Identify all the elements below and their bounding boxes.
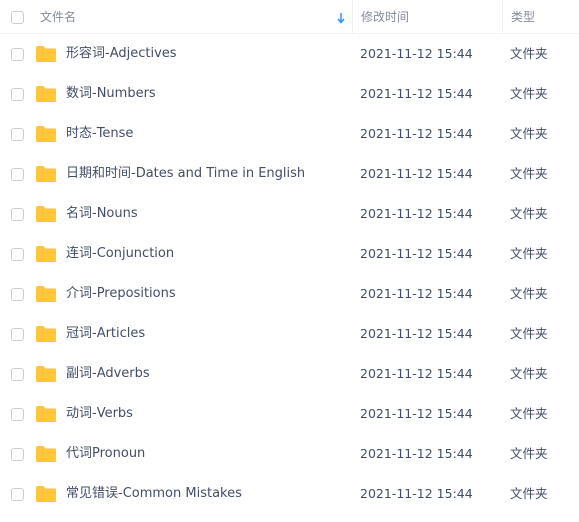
- file-row[interactable]: 代词Pronoun 2021-11-12 15:44 文件夹: [0, 434, 579, 474]
- file-name[interactable]: 时态-Tense: [66, 126, 133, 142]
- folder-icon: [36, 446, 56, 462]
- file-type: 文件夹: [510, 286, 548, 301]
- file-type: 文件夹: [510, 206, 548, 221]
- file-type: 文件夹: [510, 406, 548, 421]
- file-row[interactable]: 时态-Tense 2021-11-12 15:44 文件夹: [0, 114, 579, 154]
- row-checkbox[interactable]: [11, 288, 24, 301]
- file-type: 文件夹: [510, 486, 548, 501]
- file-name[interactable]: 冠词-Articles: [66, 326, 145, 342]
- folder-icon: [36, 246, 56, 262]
- file-modified-time: 2021-11-12 15:44: [360, 166, 473, 181]
- file-name[interactable]: 日期和时间-Dates and Time in English: [66, 166, 305, 182]
- folder-icon: [36, 406, 56, 422]
- folder-icon: [36, 366, 56, 382]
- folder-icon: [36, 126, 56, 142]
- row-checkbox[interactable]: [11, 488, 24, 501]
- row-checkbox[interactable]: [11, 408, 24, 421]
- file-name[interactable]: 数词-Numbers: [66, 86, 156, 102]
- column-header-time-label: 修改时间: [361, 10, 410, 24]
- folder-icon: [36, 206, 56, 222]
- row-checkbox[interactable]: [11, 208, 24, 221]
- folder-icon: [36, 486, 56, 502]
- file-modified-time: 2021-11-12 15:44: [360, 206, 473, 221]
- row-checkbox[interactable]: [11, 88, 24, 101]
- file-row[interactable]: 连词-Conjunction 2021-11-12 15:44 文件夹: [0, 234, 579, 274]
- file-type: 文件夹: [510, 246, 548, 261]
- select-all-checkbox[interactable]: [11, 11, 24, 24]
- file-row[interactable]: 常见错误-Common Mistakes 2021-11-12 15:44 文件…: [0, 474, 579, 514]
- file-type: 文件夹: [510, 86, 548, 101]
- file-modified-time: 2021-11-12 15:44: [360, 366, 473, 381]
- file-modified-time: 2021-11-12 15:44: [360, 406, 473, 421]
- file-type: 文件夹: [510, 366, 548, 381]
- row-checkbox[interactable]: [11, 328, 24, 341]
- file-type: 文件夹: [510, 126, 548, 141]
- file-name[interactable]: 常见错误-Common Mistakes: [66, 486, 242, 502]
- file-modified-time: 2021-11-12 15:44: [360, 326, 473, 341]
- file-row[interactable]: 动词-Verbs 2021-11-12 15:44 文件夹: [0, 394, 579, 434]
- row-checkbox[interactable]: [11, 128, 24, 141]
- file-row[interactable]: 介词-Prepositions 2021-11-12 15:44 文件夹: [0, 274, 579, 314]
- column-header-name-label: 文件名: [40, 10, 77, 24]
- file-modified-time: 2021-11-12 15:44: [360, 286, 473, 301]
- column-header-type[interactable]: 类型: [502, 0, 579, 34]
- file-name[interactable]: 副词-Adverbs: [66, 366, 150, 382]
- folder-icon: [36, 166, 56, 182]
- file-row[interactable]: 冠词-Articles 2021-11-12 15:44 文件夹: [0, 314, 579, 354]
- file-modified-time: 2021-11-12 15:44: [360, 46, 473, 61]
- file-row[interactable]: 形容词-Adjectives 2021-11-12 15:44 文件夹: [0, 34, 579, 74]
- file-row[interactable]: 数词-Numbers 2021-11-12 15:44 文件夹: [0, 74, 579, 114]
- file-modified-time: 2021-11-12 15:44: [360, 446, 473, 461]
- row-checkbox[interactable]: [11, 448, 24, 461]
- arrow-down-icon[interactable]: [336, 11, 346, 25]
- file-type: 文件夹: [510, 166, 548, 181]
- folder-icon: [36, 86, 56, 102]
- column-header-time[interactable]: 修改时间: [352, 0, 502, 34]
- file-row[interactable]: 日期和时间-Dates and Time in English 2021-11-…: [0, 154, 579, 194]
- row-checkbox[interactable]: [11, 168, 24, 181]
- row-checkbox[interactable]: [11, 48, 24, 61]
- file-name[interactable]: 连词-Conjunction: [66, 246, 174, 262]
- file-row[interactable]: 名词-Nouns 2021-11-12 15:44 文件夹: [0, 194, 579, 234]
- file-row[interactable]: 副词-Adverbs 2021-11-12 15:44 文件夹: [0, 354, 579, 394]
- file-name[interactable]: 形容词-Adjectives: [66, 46, 177, 62]
- column-header-name[interactable]: 文件名: [0, 0, 352, 34]
- file-name[interactable]: 介词-Prepositions: [66, 286, 176, 302]
- file-type: 文件夹: [510, 46, 548, 61]
- folder-icon: [36, 46, 56, 62]
- column-header-type-label: 类型: [511, 10, 536, 24]
- file-name[interactable]: 动词-Verbs: [66, 406, 133, 422]
- file-list-header: 文件名 修改时间 类型: [0, 0, 579, 34]
- file-modified-time: 2021-11-12 15:44: [360, 86, 473, 101]
- file-modified-time: 2021-11-12 15:44: [360, 246, 473, 261]
- file-type: 文件夹: [510, 326, 548, 341]
- file-name[interactable]: 代词Pronoun: [66, 446, 145, 462]
- row-checkbox[interactable]: [11, 248, 24, 261]
- folder-icon: [36, 326, 56, 342]
- file-name[interactable]: 名词-Nouns: [66, 206, 138, 222]
- file-modified-time: 2021-11-12 15:44: [360, 126, 473, 141]
- file-modified-time: 2021-11-12 15:44: [360, 486, 473, 501]
- file-type: 文件夹: [510, 446, 548, 461]
- folder-icon: [36, 286, 56, 302]
- row-checkbox[interactable]: [11, 368, 24, 381]
